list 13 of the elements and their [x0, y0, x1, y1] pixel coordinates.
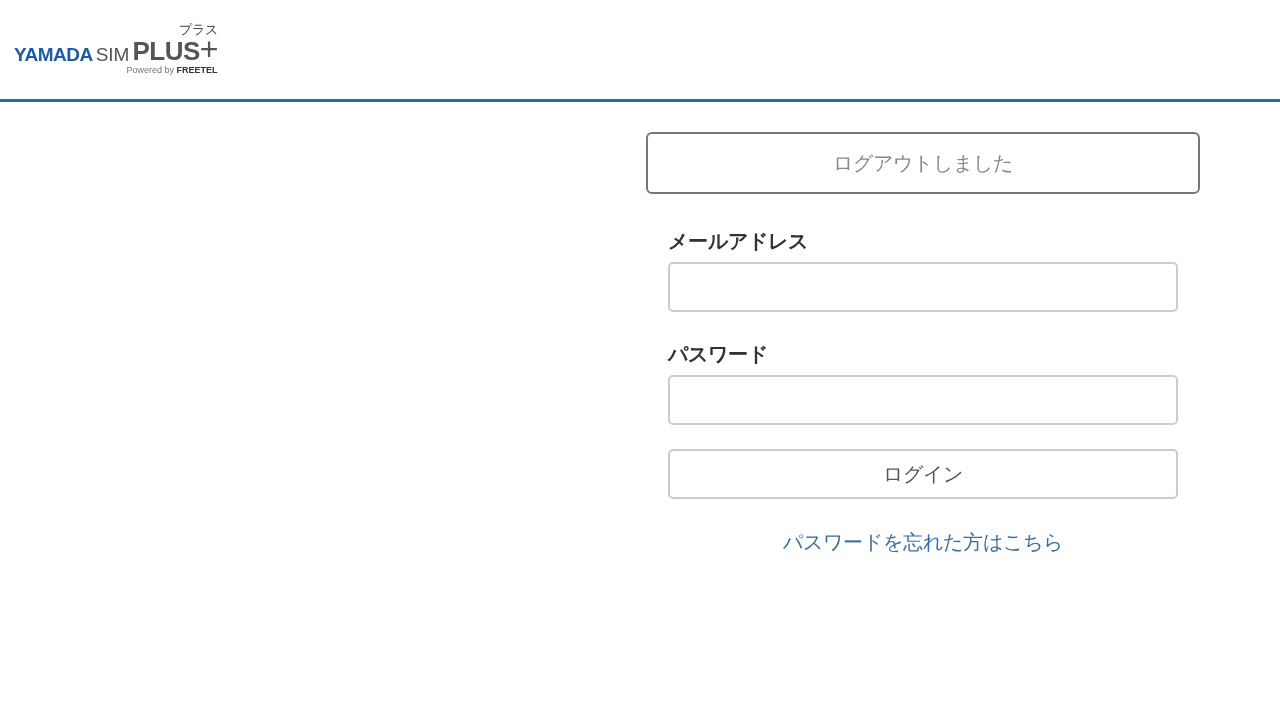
input-field[interactable]: [668, 375, 1178, 425]
field-label: パスワード: [668, 341, 768, 367]
logo-tagline: Powered by FREETEL: [126, 65, 218, 76]
logout-notice: ログアウトしました: [646, 132, 1200, 194]
logo-product: SIM: [95, 44, 130, 64]
forgot-password-link[interactable]: パスワードを忘れた方はこちら: [783, 529, 1063, 556]
logo-ruby: プラス: [179, 23, 219, 37]
login-button[interactable]: ログイン: [668, 449, 1178, 499]
logo-brand: YAMADA: [14, 44, 93, 64]
logo-plus-sign: +: [199, 36, 219, 64]
field-label: メールアドレス: [668, 228, 808, 254]
input-field[interactable]: [668, 262, 1178, 312]
logo-edition: PLUS: [132, 37, 200, 64]
